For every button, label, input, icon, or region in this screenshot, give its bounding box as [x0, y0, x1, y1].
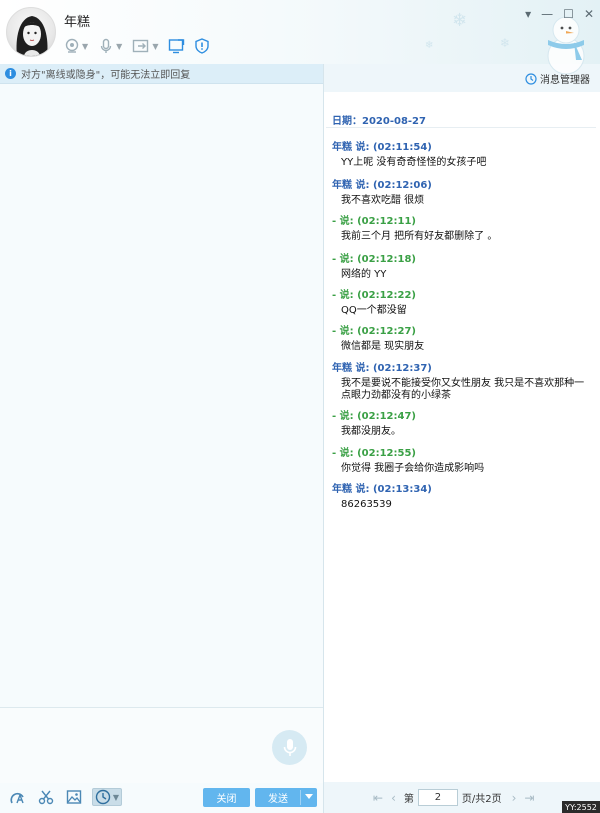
offline-notice: i 对方"离线或隐身"，可能无法立即回复 — [0, 64, 323, 84]
close-icon[interactable]: ✕ — [584, 8, 594, 20]
message-text: 我不是要说不能接受你又女性朋友 我只是不喜欢那种一点眼力劲都没有的小绿茶 — [341, 378, 585, 401]
message-text: 我不喜欢吃醋 很烦 — [341, 195, 425, 206]
webcam-button[interactable]: ▼ — [64, 38, 88, 54]
message-header: - 说: (02:12:55) — [332, 448, 416, 459]
history-message: - 说: (02:12:18) 网络的 YY — [332, 250, 592, 281]
message-header: - 说: (02:12:47) — [332, 411, 416, 422]
pager-suffix: 页/共2页 — [461, 794, 502, 805]
history-message: 年糕 说: (02:12:37) 我不是要说不能接受你又女性朋友 我只是不喜欢那种… — [332, 359, 592, 402]
window-header: ❄ ❄ ❄ 年糕 ▼ ▼ ▼ ▾ — ☐ ✕ — [0, 0, 600, 75]
voice-button[interactable]: ▼ — [98, 38, 122, 54]
history-message: - 说: (02:12:47) 我都没朋友。 — [332, 407, 592, 438]
message-header: 年糕 说: (02:11:54) — [332, 142, 432, 153]
message-text: YY上呢 没有奇奇怪怪的女孩子吧 — [341, 157, 487, 168]
chevron-down-icon: ▼ — [116, 41, 123, 51]
send-options-icon[interactable] — [305, 794, 313, 799]
input-toolbar: ▼ — [8, 788, 122, 806]
file-transfer-button[interactable]: ▼ — [132, 38, 158, 54]
message-text: 你觉得 我圈子会给你造成影响吗 — [341, 463, 485, 474]
history-date: 日期：2020-08-27 — [332, 116, 426, 127]
image-icon — [66, 790, 82, 804]
message-history[interactable]: 日期：2020-08-27 年糕 说: (02:11:54) YY上呢 没有奇奇怪… — [324, 92, 600, 782]
pager-prefix: 第 — [403, 794, 414, 805]
window-controls: ▾ — ☐ ✕ — [525, 8, 594, 20]
microphone-icon — [283, 738, 296, 756]
message-manager-link[interactable]: 消息管理器 — [525, 71, 590, 86]
snowflake-icon: ❄ — [500, 36, 511, 50]
close-button[interactable]: 关闭 — [203, 788, 250, 807]
chevron-down-icon: ▼ — [82, 41, 89, 51]
send-split-divider — [300, 790, 301, 805]
history-pager: ⇤ ‹ 第 2 页/共2页 › ⇥ — [373, 788, 542, 807]
avatar[interactable] — [6, 7, 56, 57]
date-divider — [326, 127, 596, 128]
minimize-icon[interactable]: — — [541, 8, 553, 20]
history-header: 消息管理器 — [324, 64, 600, 92]
message-header: - 说: (02:12:11) — [332, 216, 416, 227]
prev-page-icon[interactable]: ‹ — [391, 791, 396, 805]
font-icon — [10, 792, 24, 804]
history-message: 年糕 说: (02:13:34) 86263539 — [332, 480, 592, 511]
clock-icon — [525, 72, 537, 85]
message-text: 我前三个月 把所有好友都删除了 。 — [341, 231, 498, 242]
message-header: - 说: (02:12:22) — [332, 290, 416, 301]
dropdown-icon[interactable]: ▾ — [525, 8, 531, 20]
chat-area — [0, 84, 323, 813]
screen-share-icon — [169, 39, 185, 54]
voice-input-button[interactable] — [272, 730, 307, 765]
last-page-icon[interactable]: ⇥ — [524, 791, 534, 805]
maximize-icon[interactable]: ☐ — [563, 8, 574, 20]
message-manager-label: 消息管理器 — [540, 75, 590, 86]
snowflake-icon: ❄ — [425, 40, 434, 51]
info-icon: i — [5, 68, 16, 79]
history-message: - 说: (02:12:11) 我前三个月 把所有好友都删除了 。 — [332, 212, 592, 243]
message-text: 微信都是 现实朋友 — [341, 341, 425, 352]
font-button[interactable] — [8, 788, 28, 806]
shield-icon — [195, 38, 210, 54]
history-clock-icon — [95, 789, 111, 805]
corner-badge: YY:2552 — [562, 801, 600, 813]
message-text: 网络的 YY — [341, 269, 387, 280]
scissors-icon — [38, 790, 54, 805]
page-number-input[interactable]: 2 — [417, 789, 458, 806]
offline-notice-text: 对方"离线或隐身"，可能无法立即回复 — [21, 70, 191, 81]
message-header: 年糕 说: (02:12:37) — [332, 363, 432, 374]
snowflake-icon: ❄ — [452, 10, 468, 31]
microphone-icon — [100, 38, 112, 53]
message-text: QQ一个都没留 — [341, 305, 407, 316]
send-button[interactable]: 发送 — [255, 788, 317, 807]
history-message: - 说: (02:12:55) 你觉得 我圈子会给你造成影响吗 — [332, 444, 592, 475]
screen-share-button[interactable] — [168, 38, 185, 54]
chevron-down-icon: ▼ — [152, 41, 159, 51]
send-button-label: 发送 — [268, 794, 288, 805]
image-button[interactable] — [64, 788, 84, 806]
call-toolbar: ▼ ▼ ▼ — [64, 36, 219, 56]
message-header: 年糕 说: (02:13:34) — [332, 484, 432, 495]
screenshot-button[interactable] — [36, 788, 56, 806]
first-page-icon[interactable]: ⇤ — [373, 791, 383, 805]
window-title: 年糕 — [64, 15, 91, 30]
security-button[interactable] — [195, 38, 210, 54]
history-message: - 说: (02:12:27) 微信都是 现实朋友 — [332, 322, 592, 353]
message-header: - 说: (02:12:18) — [332, 254, 416, 265]
history-message: 年糕 说: (02:11:54) YY上呢 没有奇奇怪怪的女孩子吧 — [332, 138, 592, 169]
message-text: 86263539 — [341, 499, 392, 510]
message-header: - 说: (02:12:27) — [332, 326, 416, 337]
next-page-icon[interactable]: › — [512, 791, 517, 805]
history-message: - 说: (02:12:22) QQ一个都没留 — [332, 286, 592, 317]
chevron-down-icon: ▼ — [112, 792, 120, 802]
webcam-icon — [65, 38, 79, 53]
message-history-button[interactable]: ▼ — [92, 788, 122, 806]
message-text: 我都没朋友。 — [341, 426, 401, 437]
history-message: 年糕 说: (02:12:06) 我不喜欢吃醋 很烦 — [332, 176, 592, 207]
message-header: 年糕 说: (02:12:06) — [332, 180, 432, 191]
file-transfer-icon — [133, 39, 149, 53]
